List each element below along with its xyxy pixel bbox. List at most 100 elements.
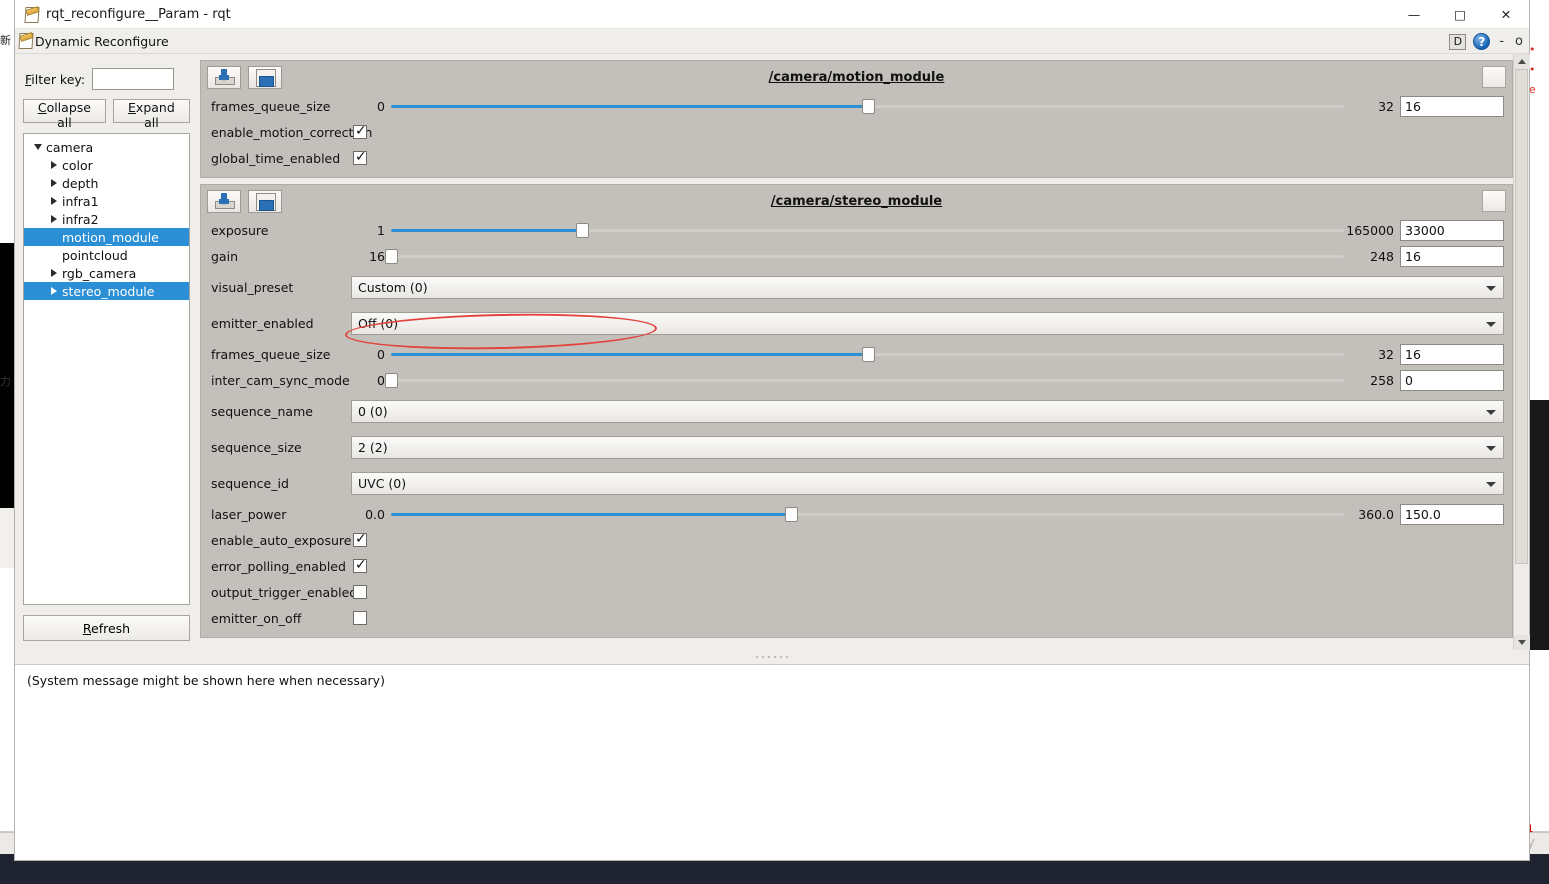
tree-item-color[interactable]: color (24, 156, 189, 174)
param-combobox[interactable]: 0 (0) (351, 399, 1504, 423)
tree-item-pointcloud[interactable]: pointcloud (24, 246, 189, 264)
param-combobox[interactable]: Custom (0) (351, 275, 1504, 299)
close-button[interactable]: ✕ (1483, 0, 1529, 29)
tree-item-motion_module[interactable]: motion_module (24, 228, 189, 246)
collapse-all-button[interactable]: Collapse all (23, 99, 106, 130)
save-button[interactable] (248, 65, 282, 89)
chevron-right-icon[interactable] (46, 269, 62, 277)
param-value-input[interactable] (1400, 219, 1504, 241)
param-group-corner-button[interactable] (1482, 66, 1506, 88)
slider-handle[interactable] (385, 373, 398, 388)
param-row-exposure: exposure 1 165000 (201, 217, 1512, 243)
param-row-frames_queue_size: frames_queue_size 0 32 (201, 341, 1512, 367)
editor-vertical-scrollbar[interactable] (1513, 54, 1530, 650)
param-combobox[interactable]: UVC (0) (351, 471, 1504, 495)
slider-fill (391, 353, 868, 356)
tree-item-infra1[interactable]: infra1 (24, 192, 189, 210)
param-slider[interactable] (391, 221, 1344, 239)
filter-row: Filter key: (25, 68, 190, 90)
chevron-down-icon (1486, 321, 1496, 327)
param-slider[interactable] (391, 505, 1344, 523)
param-combobox[interactable]: 2 (2) (351, 435, 1504, 459)
param-row-frames_queue_size: frames_queue_size 0 32 (201, 93, 1512, 119)
param-checkbox[interactable] (353, 123, 367, 139)
param-value-input[interactable] (1400, 343, 1504, 365)
param-row-gain: gain 16 248 (201, 243, 1512, 269)
tree-item-label: stereo_module (62, 283, 155, 299)
import-button[interactable] (207, 65, 241, 89)
param-combobox-value: Off (0) (358, 315, 399, 331)
tree-item-label: color (62, 157, 93, 173)
param-min-value: 0 (377, 346, 385, 362)
parameter-groups-container: /camera/motion_module frames_queue_size 0 3… (200, 60, 1513, 650)
param-value-input[interactable] (1400, 245, 1504, 267)
slider-handle[interactable] (385, 249, 398, 264)
param-combobox-value: UVC (0) (358, 475, 407, 491)
param-max-value: 360.0 (1358, 506, 1394, 522)
tree-item-depth[interactable]: depth (24, 174, 189, 192)
param-max-value: 258 (1370, 372, 1394, 388)
scrollbar-thumb[interactable] (1515, 69, 1528, 564)
chevron-right-icon[interactable] (46, 287, 62, 295)
param-checkbox[interactable] (353, 531, 367, 547)
param-checkbox[interactable] (353, 585, 367, 599)
plugin-minimize-button[interactable]: - (1497, 34, 1506, 49)
slider-handle[interactable] (785, 507, 799, 522)
param-combobox[interactable]: Off (0) (351, 311, 1504, 335)
refresh-button[interactable]: Refresh (23, 615, 190, 641)
param-value-input[interactable] (1400, 369, 1504, 391)
chevron-right-icon[interactable] (46, 215, 62, 223)
expand-all-button[interactable]: Expand all (112, 99, 190, 130)
param-checkbox-wrap (351, 123, 391, 139)
param-label: inter_cam_sync_mode (211, 372, 350, 388)
param-slider[interactable] (391, 345, 1344, 363)
param-slider[interactable] (391, 97, 1344, 115)
splitter-handle[interactable] (15, 650, 1529, 664)
param-row-inter_cam_sync_mode: inter_cam_sync_mode 0 258 (201, 367, 1512, 393)
chevron-down-icon (1486, 285, 1496, 291)
tree-item-rgb_camera[interactable]: rgb_camera (24, 264, 189, 282)
param-slider[interactable] (385, 247, 1344, 265)
tree-item-stereo_module[interactable]: stereo_module (24, 282, 189, 300)
param-checkbox-wrap (351, 149, 391, 165)
import-icon (215, 69, 235, 85)
maximize-button[interactable]: □ (1437, 0, 1483, 29)
param-slider[interactable] (385, 371, 1344, 389)
chevron-down-icon[interactable] (30, 144, 46, 150)
save-button[interactable] (248, 189, 282, 213)
slider-handle[interactable] (575, 223, 589, 238)
help-icon[interactable]: ? (1473, 33, 1491, 50)
window-title: rqt_reconfigure__Param - rqt (46, 6, 231, 22)
dock-button[interactable]: D (1449, 33, 1467, 50)
filter-key-input[interactable] (92, 68, 175, 90)
parameter-tree[interactable]: camera color depth infra1 infra2 motion_modul… (23, 133, 190, 605)
param-group-header: /camera/stereo_module (201, 185, 1512, 217)
plugin-float-button[interactable]: o (1513, 34, 1525, 49)
slider-handle[interactable] (861, 347, 875, 362)
scroll-up-button[interactable] (1513, 54, 1530, 69)
param-group: /camera/motion_module frames_queue_size 0 3… (200, 60, 1513, 178)
rqt-main-window: rqt_reconfigure__Param - rqt — □ ✕ Dynam… (14, 0, 1530, 861)
param-checkbox[interactable] (353, 149, 367, 165)
chevron-right-icon[interactable] (46, 197, 62, 205)
chevron-right-icon[interactable] (46, 179, 62, 187)
param-value-input[interactable] (1400, 95, 1504, 117)
param-row-sequence_id: sequence_id UVC (0) (201, 465, 1512, 501)
minimize-button[interactable]: — (1391, 0, 1437, 29)
scroll-down-button[interactable] (1513, 635, 1530, 650)
slider-handle[interactable] (861, 99, 875, 114)
param-label: output_trigger_enabled (211, 584, 358, 600)
param-value-input[interactable] (1400, 503, 1504, 525)
background-left-text: 新 (0, 34, 11, 47)
param-combobox-value: 2 (2) (358, 439, 388, 455)
import-button[interactable] (207, 189, 241, 213)
param-label: sequence_id (211, 475, 289, 491)
tree-item-camera[interactable]: camera (24, 138, 189, 156)
param-checkbox[interactable] (353, 611, 367, 625)
param-row-global_time_enabled: global_time_enabled (201, 145, 1512, 171)
chevron-right-icon[interactable] (46, 161, 62, 169)
tree-item-infra2[interactable]: infra2 (24, 210, 189, 228)
param-checkbox[interactable] (353, 557, 367, 573)
param-row-laser_power: laser_power 0.0 360.0 (201, 501, 1512, 527)
param-group-corner-button[interactable] (1482, 190, 1506, 212)
